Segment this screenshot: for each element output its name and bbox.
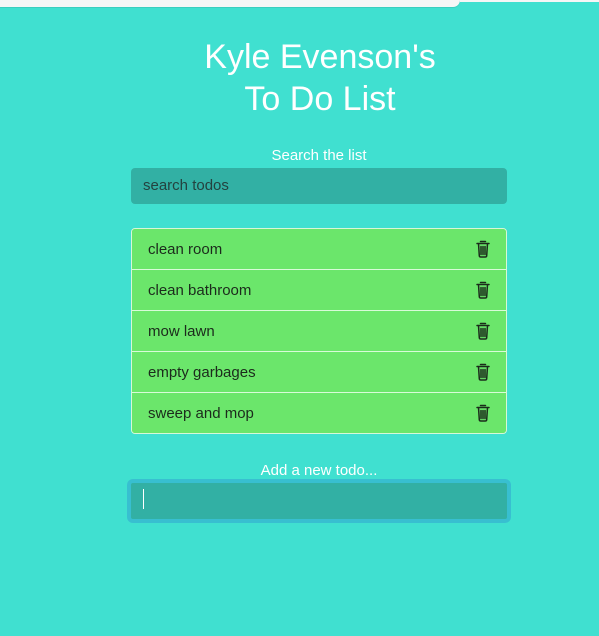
- browser-top-strip: [0, 0, 460, 7]
- todo-item[interactable]: empty garbages: [132, 351, 506, 392]
- todo-list: clean room clean bathroom mow lawn empty…: [131, 228, 507, 434]
- browser-top-strip-right: [460, 0, 599, 2]
- page-title-line-2: To Do List: [244, 80, 396, 118]
- add-todo-field-wrapper: [127, 479, 511, 523]
- todo-item[interactable]: mow lawn: [132, 310, 506, 351]
- todo-item-label: clean room: [148, 240, 223, 258]
- todo-item-label: mow lawn: [148, 322, 215, 340]
- trash-icon[interactable]: [476, 240, 490, 258]
- page-title: Kyle Evenson's To Do List: [0, 36, 599, 120]
- todo-item[interactable]: clean bathroom: [132, 269, 506, 310]
- todo-item[interactable]: sweep and mop: [132, 392, 506, 433]
- page-title-line-1: Kyle Evenson's: [204, 38, 436, 76]
- todo-item-label: empty garbages: [148, 363, 256, 381]
- search-label: Search the list: [271, 147, 367, 164]
- text-cursor: [143, 489, 144, 509]
- add-todo-label: Add a new todo...: [260, 462, 378, 479]
- trash-icon[interactable]: [476, 322, 490, 340]
- todo-item[interactable]: clean room: [132, 229, 506, 269]
- search-input[interactable]: [131, 168, 507, 204]
- trash-icon[interactable]: [476, 404, 490, 422]
- todo-item-label: sweep and mop: [148, 404, 254, 422]
- trash-icon[interactable]: [476, 281, 490, 299]
- trash-icon[interactable]: [476, 363, 490, 381]
- add-todo-input[interactable]: [131, 483, 507, 519]
- todo-item-label: clean bathroom: [148, 281, 252, 299]
